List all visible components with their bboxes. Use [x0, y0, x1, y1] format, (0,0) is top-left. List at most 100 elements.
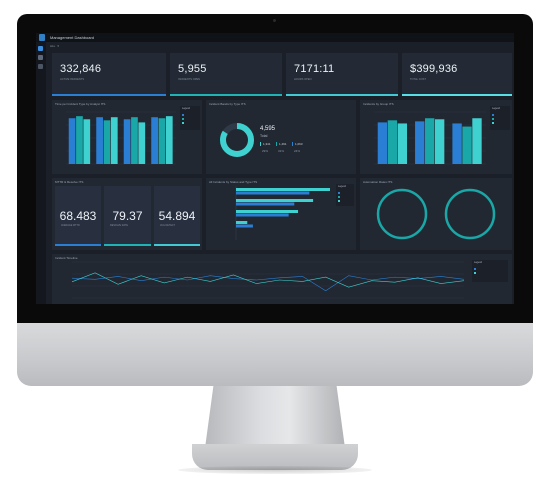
gauge-ring-1	[376, 188, 428, 240]
panel-time-by-type: Time per Incident Type by Analyst ITS Le…	[52, 100, 202, 174]
kpi-label: ACTIVE INCIDENTS	[60, 78, 85, 81]
kpi-tile-2[interactable]: 5,955 INCIDENTS OPEN	[170, 53, 282, 96]
stand-shadow	[178, 466, 372, 474]
legend-item	[492, 114, 506, 116]
dashboard-screen: Management Dashboard ALL ▾ 332,846 ACTIVE…	[36, 33, 514, 304]
donut-chart	[220, 123, 254, 157]
legend-item	[492, 122, 506, 124]
gauge-ring-2	[444, 188, 496, 240]
bar	[397, 123, 407, 164]
bar	[387, 120, 398, 164]
mttr-value: 79.37	[112, 209, 143, 223]
mttr-tile-3[interactable]: 54.894 AVG DETECT	[154, 186, 200, 246]
legend-item	[338, 192, 352, 194]
legend-title: Legend	[474, 261, 482, 264]
legend-item	[182, 114, 196, 116]
bar	[103, 120, 111, 164]
legend: Legend	[180, 106, 200, 130]
home-icon[interactable]	[38, 46, 43, 51]
hbar	[236, 199, 314, 202]
kpi-value: 332,846	[60, 63, 102, 75]
app-title: Management Dashboard	[50, 35, 95, 40]
legend-item	[338, 196, 352, 198]
app-logo-icon[interactable]	[39, 34, 45, 41]
hbar	[236, 191, 310, 195]
legend-item	[182, 122, 196, 124]
bar	[452, 123, 462, 164]
mttr-tile-2[interactable]: 79.37 RESOLVE RATE	[104, 186, 151, 246]
donut-breakdown-1: 1,341	[260, 142, 271, 146]
monitor-stand-neck	[205, 386, 345, 448]
hbar	[236, 188, 330, 191]
bar	[462, 126, 472, 164]
mttr-bar	[104, 244, 151, 246]
mttr-label: AVERAGE MTTR	[61, 224, 80, 227]
line-chart-timeline	[71, 261, 465, 299]
bar	[415, 121, 425, 164]
settings-icon[interactable]	[38, 64, 43, 69]
bar	[138, 122, 146, 164]
mttr-bar	[55, 244, 101, 246]
legend-title: Legend	[492, 107, 500, 110]
filter-label: ALL	[50, 44, 56, 48]
legend-item	[474, 268, 504, 270]
donut-total-label: Total	[260, 134, 268, 138]
mttr-tile-1[interactable]: 68.483 AVERAGE MTTR	[55, 186, 101, 246]
mttr-value: 68.483	[59, 209, 97, 223]
bar	[434, 119, 445, 164]
kpi-bar	[52, 94, 166, 96]
legend-title: Legend	[182, 107, 190, 110]
kpi-label: TOTAL COST	[410, 78, 426, 81]
kpi-tile-4[interactable]: $399,936 TOTAL COST	[402, 53, 512, 96]
panel-by-group: Incidents by Group ITS Legend	[360, 100, 512, 174]
chevron-down-icon: ▾	[57, 44, 59, 48]
kpi-bar	[286, 94, 398, 96]
kpi-value: $399,936	[410, 63, 458, 75]
mttr-value: 54.894	[158, 209, 196, 223]
mttr-label: RESOLVE RATE	[110, 224, 128, 227]
automation-gauges	[376, 188, 496, 240]
kpi-label: HOURS OPEN	[294, 78, 312, 81]
panel-title: MTTR & Resolve ITS	[55, 180, 84, 184]
bar	[165, 116, 173, 164]
mttr-bar	[154, 244, 200, 246]
legend-item	[492, 118, 506, 120]
legend: Legend	[490, 106, 510, 130]
legend-item	[338, 200, 352, 202]
bar	[96, 117, 103, 164]
panel-incident-timeline: Incident Timeline Legend	[52, 254, 512, 304]
bar	[83, 119, 91, 164]
filter-dropdown[interactable]: ALL ▾	[50, 44, 59, 48]
bar	[151, 117, 158, 164]
bar	[76, 116, 83, 164]
series-line	[71, 275, 465, 292]
donut-total-value: 4,595	[260, 126, 276, 132]
donut-percent-3: 24%	[294, 149, 301, 153]
horizontal-bar-chart	[235, 186, 330, 240]
series-line	[71, 272, 465, 288]
donut-breakdown-2: 1,491	[276, 142, 287, 146]
panel-status-type: All Incidents by Status and Type ITS Leg…	[206, 178, 356, 250]
kpi-bar	[402, 94, 512, 96]
hbar	[236, 202, 295, 206]
kpi-tile-3[interactable]: 7171:11 HOURS OPEN	[286, 53, 398, 96]
bar	[158, 118, 166, 164]
side-rail	[36, 42, 46, 304]
donut-percent-1: 29%	[262, 149, 269, 153]
panel-automation: Automation Rates ITS	[360, 178, 512, 250]
hbar	[236, 213, 289, 217]
title-bar: Management Dashboard	[36, 33, 514, 42]
kpi-tile-1[interactable]: 332,846 ACTIVE INCIDENTS	[52, 53, 166, 96]
kpi-label: INCIDENTS OPEN	[178, 78, 201, 81]
legend-item	[182, 118, 196, 120]
legend: Legend	[472, 260, 508, 282]
hbar	[236, 221, 248, 224]
monitor-chin	[17, 323, 533, 386]
bar	[123, 119, 131, 164]
search-icon[interactable]	[38, 55, 43, 60]
bar	[110, 117, 118, 164]
kpi-value: 7171:11	[294, 63, 335, 75]
hbar	[236, 210, 299, 213]
bar	[131, 117, 138, 164]
legend: Legend	[336, 184, 354, 206]
